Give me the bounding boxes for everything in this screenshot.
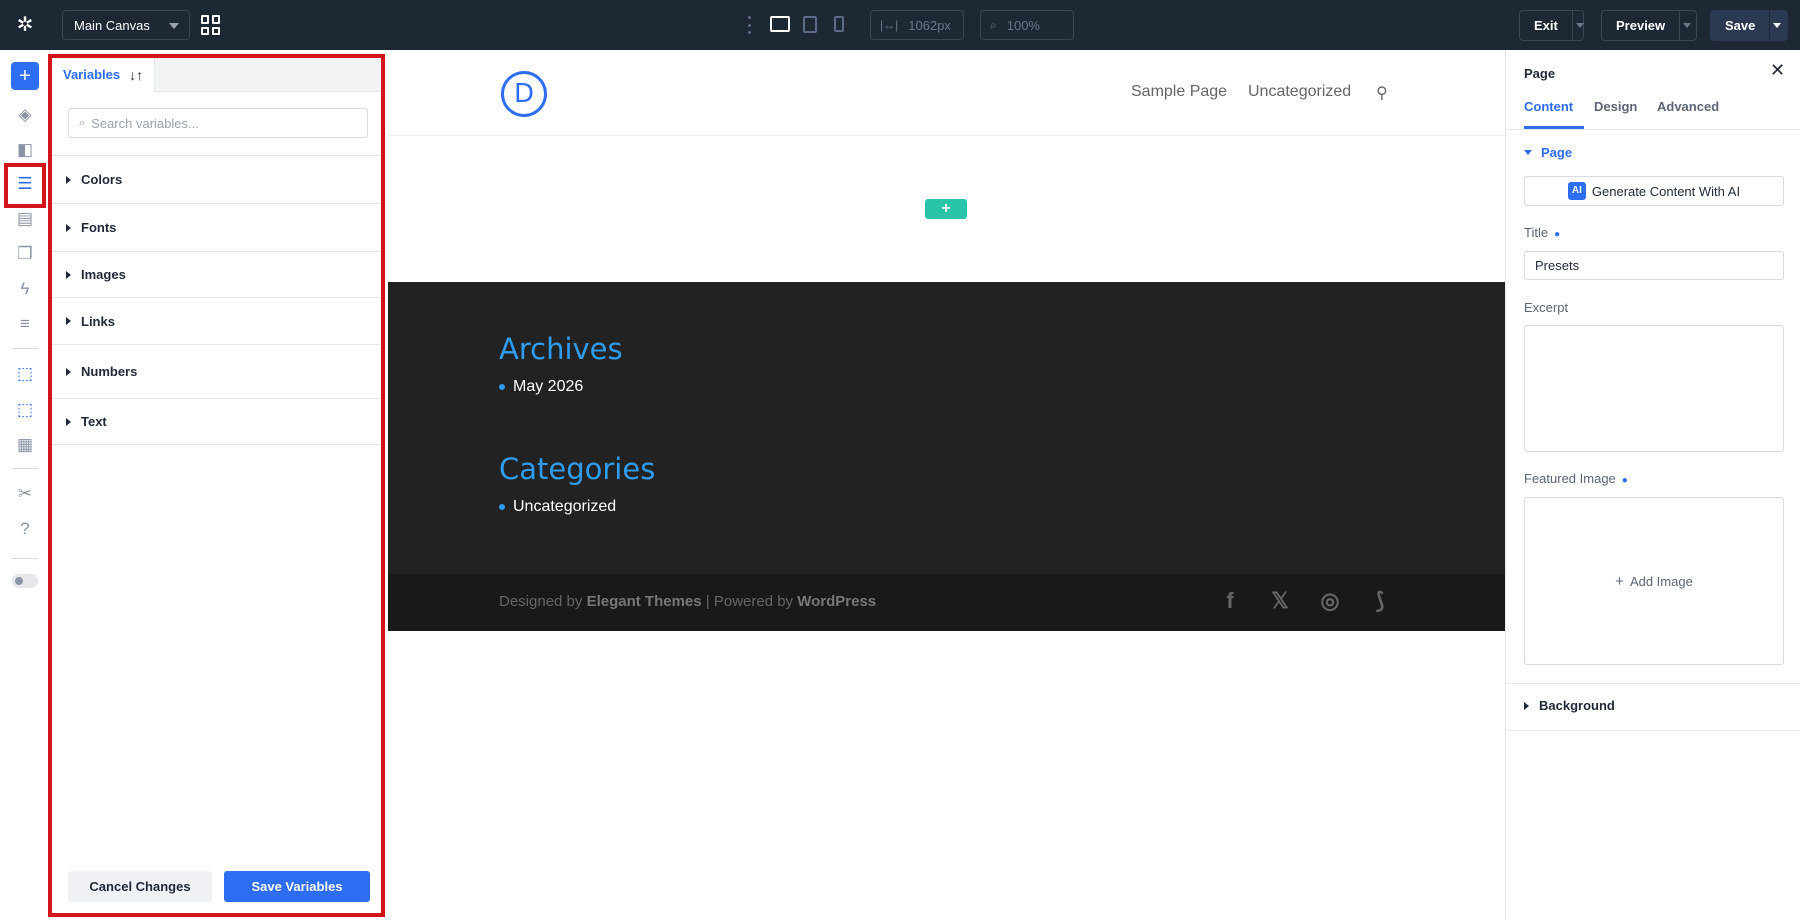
title-label-text: Title [1524,225,1549,240]
list-icon[interactable]: ≡ [13,312,37,336]
footer-credits: Designed by Elegant Themes | Powered by … [499,593,876,610]
rail-divider [12,558,38,559]
credits-theme-link[interactable]: Elegant Themes [587,593,702,610]
add-section-button[interactable]: + [925,199,967,219]
highlight-box-rail [4,163,46,208]
credits-designed-by: Designed by [499,593,587,610]
caret-down-icon [1524,150,1532,155]
plus-icon: + [1615,572,1624,590]
tabs-divider [1506,129,1800,130]
facebook-icon[interactable]: f [1215,588,1245,614]
dynamic-indicator-icon: ● [1554,229,1561,240]
title-label: Title ● [1524,225,1560,240]
add-image-dropzone[interactable]: + Add Image [1524,497,1784,665]
exit-dropdown-toggle[interactable] [1571,11,1585,40]
width-field[interactable]: |↔| 1062px [870,10,964,40]
canvas-select-label: Main Canvas [74,17,150,33]
group-background-toggle[interactable]: Background [1524,698,1615,713]
widget-list-item[interactable]: Uncategorized [499,498,616,516]
more-options-icon[interactable] [748,16,752,34]
width-icon: |↔| [880,18,899,32]
background-label: Background [1539,698,1615,713]
zoom-icon: ⌕ [990,17,997,32]
site-logo[interactable]: D [501,71,547,117]
add-image-label: Add Image [1629,573,1693,589]
widget-title: Archives [499,332,623,366]
section-divider [1506,683,1800,684]
rss-icon[interactable]: ⟆ [1365,588,1395,614]
layout-icon[interactable]: ▤ [13,207,37,231]
zoom-field[interactable]: ⌕ 100% [980,10,1074,40]
close-icon[interactable]: ✕ [1770,60,1785,81]
nav-link[interactable]: Sample Page [1131,83,1227,101]
canvas-select[interactable]: Main Canvas [62,10,190,40]
save-dropdown-toggle[interactable] [1769,11,1783,40]
mode-toggle[interactable] [12,574,38,588]
layout-grid-icon[interactable] [201,15,221,35]
bullet [499,384,505,390]
tab-content[interactable]: Content [1524,99,1573,114]
featured-image-label-text: Featured Image [1524,471,1616,486]
excerpt-label: Excerpt [1524,300,1569,315]
layout-view-icon[interactable]: ▦ [13,433,37,457]
layers-icon[interactable]: ◈ [13,103,37,127]
widget-title: Categories [499,452,656,486]
tablet-view-icon[interactable] [803,16,817,33]
highlight-box-panel [48,54,385,917]
pages-icon[interactable]: ❐ [13,242,37,266]
credits-platform-link[interactable]: WordPress [797,593,876,610]
design-library-icon[interactable]: ◧ [13,138,37,162]
dynamic-indicator-icon: ● [1621,475,1628,486]
tab-design[interactable]: Design [1594,99,1637,114]
group-page-toggle[interactable]: Page [1524,145,1572,160]
save-label: Save [1725,18,1756,33]
save-button[interactable]: Save [1710,10,1788,41]
group-page-label: Page [1541,145,1573,160]
exit-button[interactable]: Exit [1519,10,1585,41]
zoom-value: 100% [1006,17,1040,33]
chevron-down-icon [169,23,179,29]
featured-image-label: Featured Image ● [1524,471,1628,486]
instagram-icon[interactable]: ◎ [1315,588,1345,614]
add-plus-icon[interactable]: + [11,62,39,90]
select-area-icon[interactable]: ⬚ [13,398,37,422]
tools-icon[interactable]: ✂ [13,482,37,506]
gear-icon[interactable]: ✲ [14,14,36,36]
widget-item-label: May 2026 [513,378,584,395]
page-preview: D Sample Page Uncategorized ⚲ + Archives… [388,50,1505,920]
section-divider [1506,730,1800,731]
preview-dropdown-toggle[interactable] [1679,11,1693,40]
help-icon[interactable]: ? [13,517,37,541]
settings-title: Page [1524,66,1556,81]
title-field[interactable]: Presets [1524,251,1784,280]
width-value: 1062px [908,17,951,33]
ai-icon: AI [1567,182,1586,200]
nav-link[interactable]: Uncategorized [1248,83,1351,101]
caret-right-icon [1524,701,1529,710]
footer-bottom-bar: Designed by Elegant Themes | Powered by … [388,574,1505,631]
site-header: D Sample Page Uncategorized ⚲ [388,50,1505,136]
lightning-icon[interactable]: ϟ [13,277,37,301]
generate-ai-label: Generate Content With AI [1591,183,1741,199]
rail-divider [12,468,38,469]
top-toolbar: ✲ Main Canvas |↔| 1062px ⌕ 100% Exit Pre… [0,0,1800,50]
settings-panel: Page ✕ Content Design Advanced Page AI G… [1505,50,1800,920]
phone-view-icon[interactable] [834,16,844,32]
widget-item-label: Uncategorized [513,498,617,515]
generate-ai-button[interactable]: AI Generate Content With AI [1524,176,1784,206]
footer-widgets: Archives May 2026 Categories Uncategoriz… [388,282,1505,574]
search-icon[interactable]: ⚲ [1376,83,1388,103]
widget-list-item[interactable]: May 2026 [499,378,583,396]
exit-label: Exit [1534,18,1558,33]
x-icon[interactable]: 𝕏 [1265,588,1295,614]
bullet [499,504,505,510]
tab-advanced[interactable]: Advanced [1657,99,1719,114]
rail-divider [12,348,38,349]
preview-label: Preview [1616,18,1666,33]
preview-button[interactable]: Preview [1601,10,1697,41]
desktop-view-icon[interactable] [770,16,790,32]
credits-powered-by: | Powered by [701,593,798,610]
excerpt-textarea[interactable] [1524,325,1784,452]
select-cursor-icon[interactable]: ⬚ [13,362,37,386]
